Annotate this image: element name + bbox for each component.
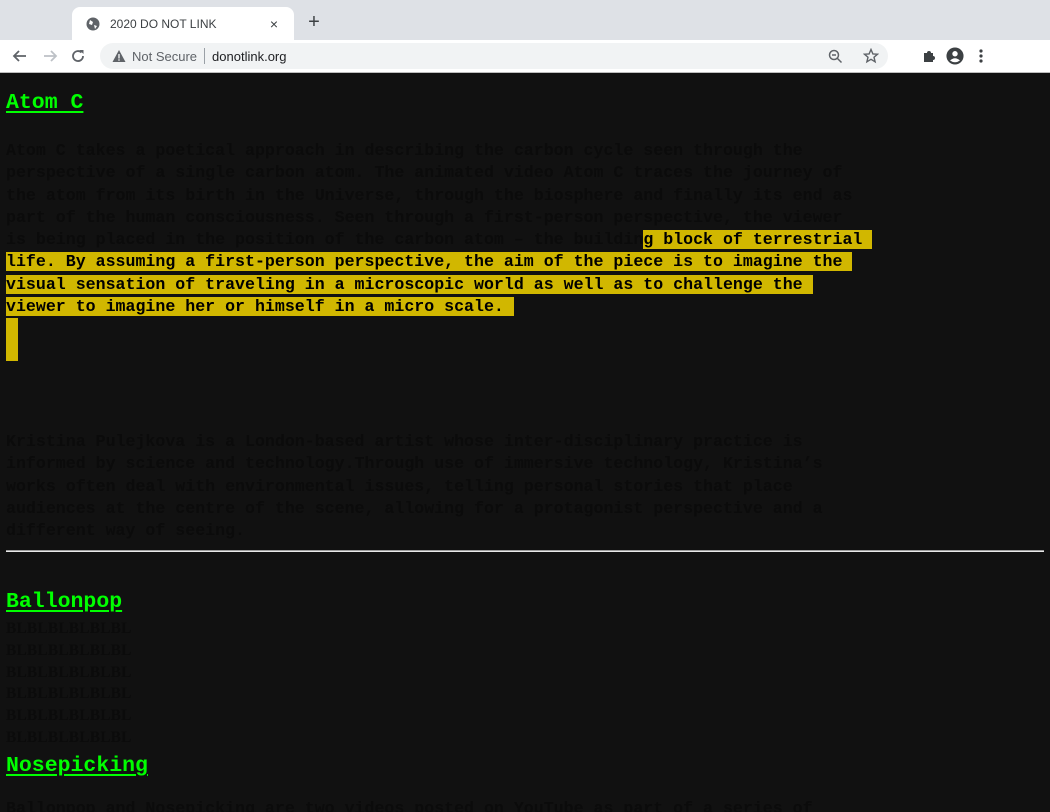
- nosepicking-description: Ballonpop and Nosepicking are two videos…: [6, 799, 813, 812]
- arrow-right-icon: [44, 50, 58, 62]
- reload-icon: [72, 50, 84, 62]
- new-tab-button[interactable]: +: [304, 11, 324, 33]
- page-viewport: Atom C Atom C takes a poetical approach …: [0, 73, 1050, 812]
- globe-icon: [86, 17, 100, 31]
- selection-highlight-tail: [6, 318, 18, 361]
- forward-button[interactable]: [40, 46, 60, 66]
- url-text[interactable]: donotlink.org: [212, 49, 286, 64]
- artist-bio: Kristina Pulejkova is a London-based art…: [6, 432, 823, 541]
- work-title-nosepicking: Nosepicking: [6, 753, 148, 779]
- arrow-left-icon: [12, 50, 26, 62]
- address-bar[interactable]: Not Secure donotlink.org: [100, 43, 888, 69]
- ballonpop-link[interactable]: Ballonpop: [6, 590, 122, 614]
- warning-triangle-icon: [112, 49, 126, 63]
- kebab-menu-icon[interactable]: [972, 47, 990, 65]
- zoom-out-icon[interactable]: [826, 47, 844, 65]
- tab-active[interactable]: 2020 DO NOT LINK ×: [72, 7, 294, 40]
- puzzle-icon[interactable]: [920, 47, 938, 65]
- section-divider: [6, 550, 1044, 552]
- nosepicking-link[interactable]: Nosepicking: [6, 754, 148, 778]
- blbl-line: BLBLBLBLBLBL: [6, 641, 132, 659]
- browser-toolbar: Not Secure donotlink.org: [0, 40, 1050, 73]
- work-title-ballonpop: Ballonpop: [6, 589, 122, 615]
- close-tab-icon[interactable]: ×: [266, 16, 282, 32]
- blbl-line: BLBLBLBLBLBL: [6, 728, 132, 746]
- blbl-line: BLBLBLBLBLBL: [6, 663, 132, 681]
- blbl-line: BLBLBLBLBLBL: [6, 685, 132, 703]
- work-title-atom-c: Atom C: [6, 90, 83, 116]
- security-status[interactable]: Not Secure: [132, 49, 197, 64]
- tab-title: 2020 DO NOT LINK: [110, 16, 217, 31]
- tab-strip: 2020 DO NOT LINK × +: [0, 0, 1050, 40]
- omnibox-separator: [204, 48, 206, 64]
- atom-c-description: Atom C takes a poetical approach in desc…: [6, 140, 1046, 318]
- reload-button[interactable]: [68, 46, 88, 66]
- star-icon[interactable]: [862, 47, 880, 65]
- blbl-line: BLBLBLBLBLBL: [6, 620, 132, 637]
- account-icon[interactable]: [946, 47, 964, 65]
- back-button[interactable]: [10, 46, 30, 66]
- atom-c-link[interactable]: Atom C: [6, 91, 83, 115]
- ballonpop-text-block: BLBLBLBLBLBL BLBLBLBLBLBL BLBLBLBLBLBL B…: [6, 618, 132, 749]
- blbl-line: BLBLBLBLBLBL: [6, 707, 132, 725]
